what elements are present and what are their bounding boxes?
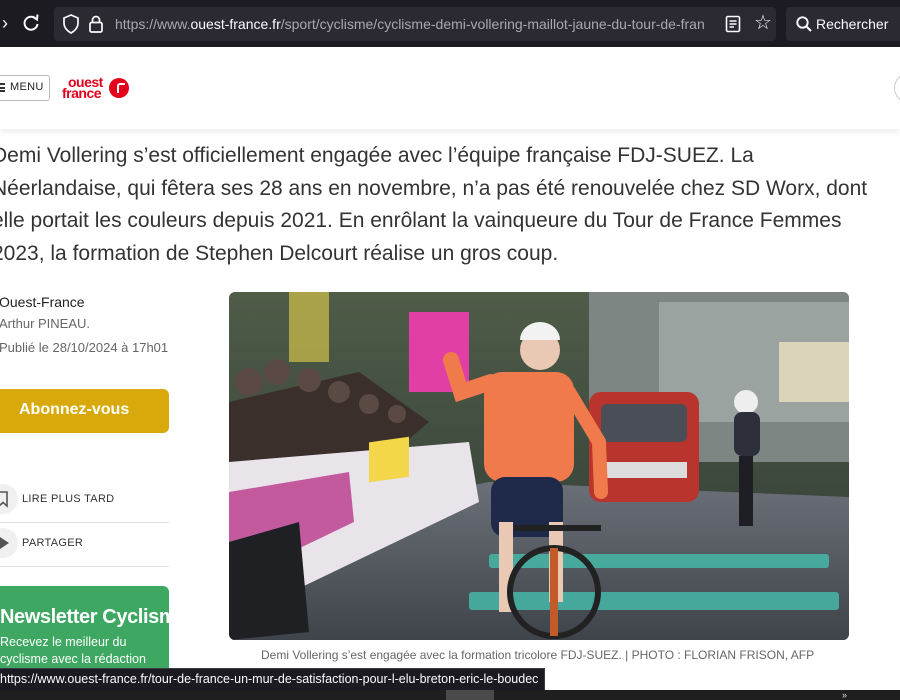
- read-later-button[interactable]: LIRE PLUS TARD: [0, 478, 169, 523]
- search-placeholder: Rechercher: [816, 16, 889, 32]
- share-icon: [0, 528, 18, 558]
- site-header: MENU ouest france: [0, 47, 900, 129]
- forward-icon[interactable]: ›: [0, 12, 16, 34]
- logo-mark-icon: [109, 78, 129, 98]
- ouest-france-logo[interactable]: ouest france: [60, 75, 132, 101]
- account-button[interactable]: [894, 73, 900, 103]
- menu-button[interactable]: MENU: [0, 75, 50, 101]
- reader-view-icon[interactable]: [724, 15, 742, 33]
- menu-label: MENU: [10, 81, 44, 93]
- tray-chevron-icon[interactable]: »: [842, 690, 862, 700]
- publish-date: Publié le 28/10/2024 à 17h01: [0, 340, 169, 355]
- url-text[interactable]: https://www.ouest-france.fr/sport/cyclis…: [115, 16, 715, 32]
- bookmark-icon: [0, 484, 18, 514]
- photo-caption: Demi Vollering s’est engagée avec la for…: [261, 648, 815, 662]
- subscribe-button[interactable]: Abonnez-vous: [0, 389, 169, 433]
- hamburger-icon: [0, 83, 5, 92]
- article-lead: Demi Vollering s’est officiellement enga…: [0, 144, 868, 265]
- newsletter-title: Newsletter Cyclisme: [0, 606, 187, 628]
- search-box[interactable]: Rechercher: [786, 7, 900, 41]
- share-button[interactable]: PARTAGER: [0, 522, 169, 567]
- reload-icon[interactable]: [20, 12, 42, 34]
- newsletter-description: Recevez le meilleur du cyclisme avec la …: [0, 635, 146, 666]
- taskbar-app-icon[interactable]: [446, 690, 494, 700]
- address-bar[interactable]: https://www.ouest-france.fr/sport/cyclis…: [54, 7, 776, 41]
- tracking-shield-icon[interactable]: [62, 14, 80, 34]
- article-photo[interactable]: [229, 292, 849, 640]
- link-status-bar: https://www.ouest-france.fr/tour-de-fran…: [0, 668, 546, 692]
- search-icon: [796, 16, 812, 32]
- browser-toolbar: › https://www.ouest-france.fr/sport/cycl…: [0, 0, 900, 47]
- article-author: Arthur PINEAU.: [0, 316, 91, 331]
- article-source[interactable]: Ouest-France: [0, 294, 85, 310]
- lock-icon[interactable]: [88, 14, 104, 34]
- cyclist-photo-image: [229, 292, 849, 640]
- bookmark-star-icon[interactable]: ☆: [752, 11, 774, 35]
